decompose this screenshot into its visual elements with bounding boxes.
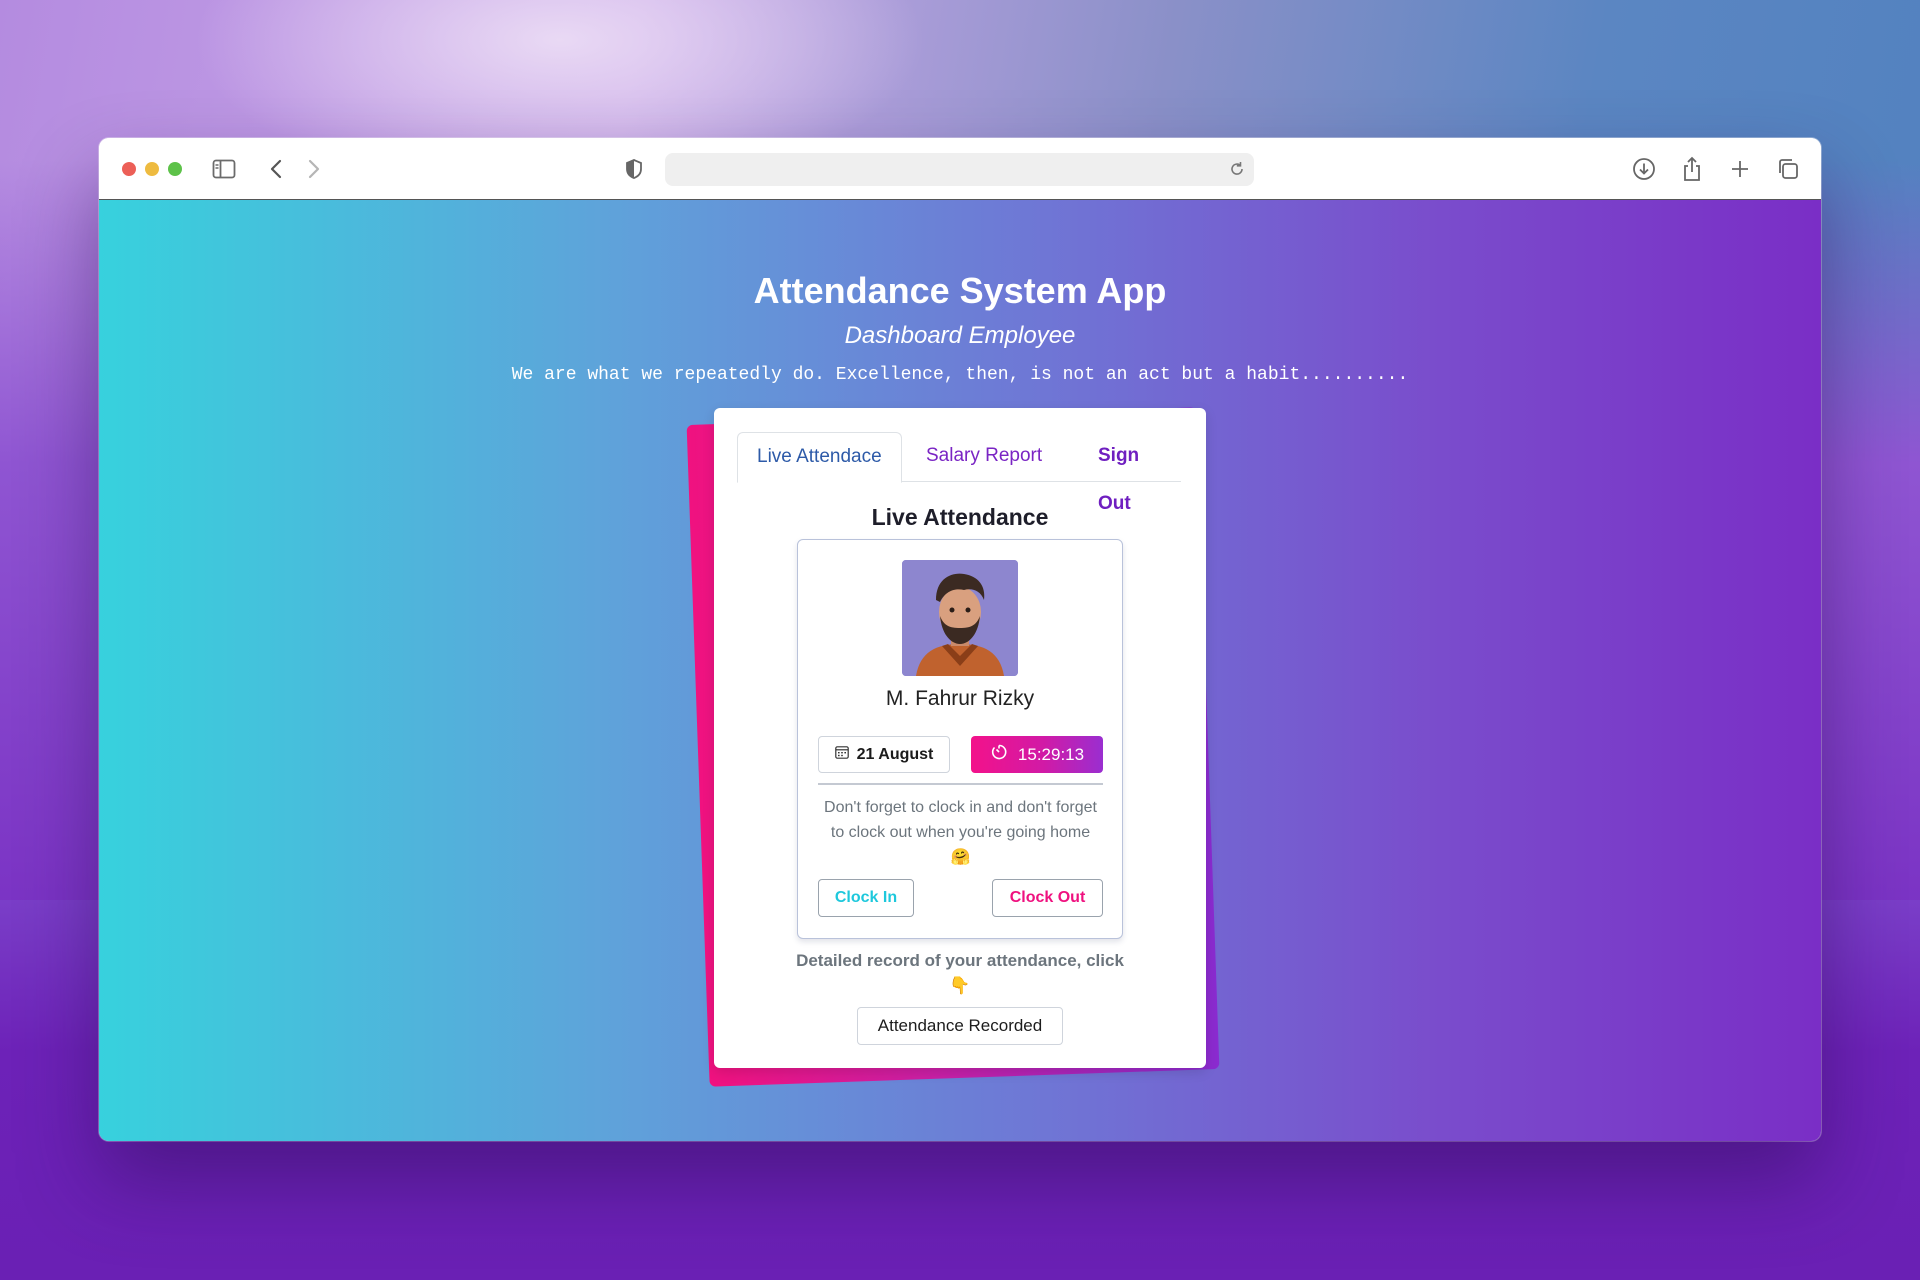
calendar-icon [834, 745, 849, 764]
sidebar-icon[interactable] [211, 156, 237, 182]
dashboard-card: Live Attendace Salary Report Sign Out Li… [714, 408, 1206, 1068]
minimize-window-button[interactable] [145, 162, 159, 176]
tab-live-attendance[interactable]: Live Attendace [737, 432, 902, 483]
avatar [902, 560, 1018, 676]
tab-salary-report[interactable]: Salary Report [907, 432, 1061, 482]
close-window-button[interactable] [122, 162, 136, 176]
tab-bar: Live Attendace Salary Report Sign Out [737, 432, 1181, 514]
back-icon[interactable] [266, 156, 286, 182]
date-badge: 21 August [818, 736, 950, 773]
attendance-recorded-button[interactable]: Attendance Recorded [857, 1007, 1063, 1045]
record-hint-text: Detailed record of your attendance, clic… [796, 951, 1124, 995]
divider [818, 783, 1103, 785]
forward-icon[interactable] [304, 156, 324, 182]
time-badge: 15:29:13 [971, 736, 1103, 773]
browser-window: Attendance System App Dashboard Employee… [99, 138, 1821, 1141]
clock-out-button[interactable]: Clock Out [992, 879, 1103, 917]
stopwatch-icon [990, 743, 1008, 766]
share-icon[interactable] [1679, 156, 1705, 182]
panel-title: Live Attendance [871, 504, 1049, 530]
zoom-window-button[interactable] [168, 162, 182, 176]
browser-toolbar [99, 138, 1821, 200]
motivational-quote: We are what we repeatedly do. Excellence… [511, 365, 1409, 385]
page-viewport: Attendance System App Dashboard Employee… [99, 200, 1821, 1141]
attendance-card: M. Fahrur Rizky 21 August 15:29:13 Don't… [797, 539, 1123, 939]
employee-name: M. Fahrur Rizky [885, 687, 1035, 710]
tab-sign-out[interactable]: Sign Out [1079, 432, 1181, 514]
reload-icon[interactable] [1228, 160, 1246, 183]
clock-value: 15:29:13 [1017, 744, 1085, 764]
tab-overview-icon[interactable] [1775, 156, 1801, 182]
new-tab-icon[interactable] [1727, 156, 1753, 182]
privacy-shield-icon[interactable] [624, 156, 644, 182]
app-title: Attendance System App [753, 270, 1167, 311]
clock-in-button[interactable]: Clock In [818, 879, 914, 917]
reminder-text: Don't forget to clock in and don't forge… [824, 799, 1097, 866]
download-icon[interactable] [1631, 156, 1657, 182]
address-bar[interactable] [665, 153, 1254, 186]
date-value: 21 August [856, 745, 934, 763]
app-subtitle: Dashboard Employee [844, 322, 1076, 349]
